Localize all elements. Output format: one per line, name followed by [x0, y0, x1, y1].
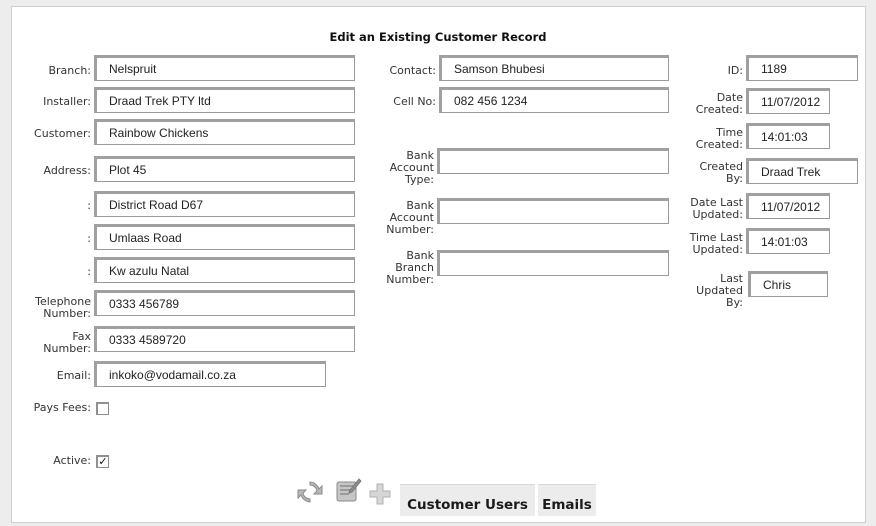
email-field[interactable]: inkoko@vodamail.co.za [94, 361, 326, 387]
address-3-label: : [87, 232, 91, 245]
emails-button[interactable]: Emails [538, 484, 596, 516]
pays-fees-checkbox[interactable] [96, 402, 109, 415]
bank-account-type-field[interactable] [437, 148, 669, 174]
customer-label: Customer: [34, 127, 91, 140]
telephone-label-line2: Number: [43, 307, 91, 320]
contact-label: Contact: [389, 64, 436, 77]
time-last-updated-label-line2: Updated: [692, 243, 743, 256]
contact-field[interactable]: Samson Bhubesi [439, 55, 669, 81]
last-updated-by-label: Last Updated By: [680, 265, 743, 309]
last-updated-by-label-line3: By: [726, 296, 743, 309]
telephone-field[interactable]: 0333 456789 [94, 290, 355, 316]
created-by-field[interactable]: Draad Trek [746, 158, 858, 184]
branch-field[interactable]: Nelspruit [94, 55, 355, 81]
bank-account-number-label-line3: Number: [386, 223, 434, 236]
bank-branch-number-field[interactable] [437, 250, 669, 276]
created-by-label: Created By: [680, 155, 743, 185]
time-created-label: Time Created: [680, 121, 743, 151]
edit-icon[interactable] [334, 476, 362, 504]
address-field-4[interactable]: Kw azulu Natal [94, 257, 355, 283]
time-last-updated-field[interactable]: 14:01:03 [746, 228, 830, 254]
customer-field[interactable]: Rainbow Chickens [94, 119, 355, 145]
bank-account-number-label: Bank Account Number: [370, 192, 434, 236]
cell-field[interactable]: 082 456 1234 [439, 87, 669, 113]
time-created-label-line2: Created: [695, 138, 743, 151]
last-updated-by-field[interactable]: Chris [748, 271, 828, 297]
fax-label-line2: Number: [43, 342, 91, 355]
pays-fees-label: Pays Fees: [33, 401, 91, 414]
address-field-3[interactable]: Umlaas Road [94, 224, 355, 250]
date-last-updated-field[interactable]: 11/07/2012 [746, 193, 830, 219]
date-created-label: Date Created: [680, 86, 743, 116]
email-label: Email: [56, 369, 91, 382]
cell-label: Cell No: [393, 95, 436, 108]
date-last-updated-label: Date Last Updated: [680, 191, 743, 221]
active-checkbox[interactable]: ✓ [96, 455, 109, 468]
fax-field[interactable]: 0333 4589720 [94, 326, 355, 352]
bank-branch-number-label-line3: Number: [386, 273, 434, 286]
bank-account-number-field[interactable] [437, 198, 669, 224]
bank-account-type-label-line3: Type: [405, 173, 434, 186]
time-last-updated-label: Time Last Updated: [680, 226, 743, 256]
created-by-label-line2: By: [726, 172, 743, 185]
id-field[interactable]: 1189 [746, 55, 858, 81]
time-created-field[interactable]: 14:01:03 [746, 123, 830, 149]
telephone-label: Telephone Number: [12, 290, 91, 320]
active-label: Active: [53, 454, 91, 467]
address-4-label: : [87, 265, 91, 278]
add-icon[interactable] [368, 482, 392, 506]
date-last-updated-label-line2: Updated: [692, 208, 743, 221]
date-created-field[interactable]: 11/07/2012 [746, 88, 830, 114]
address-2-label: : [87, 199, 91, 212]
date-created-label-line2: Created: [695, 103, 743, 116]
page-title: Edit an Existing Customer Record [329, 30, 547, 44]
address-label: Address: [43, 164, 91, 177]
address-field-1[interactable]: Plot 45 [94, 156, 355, 182]
branch-label: Branch: [48, 64, 91, 77]
fax-label: Fax Number: [12, 325, 91, 355]
address-field-2[interactable]: District Road D67 [94, 191, 355, 217]
id-label: ID: [727, 64, 743, 77]
installer-label: Installer: [43, 95, 91, 108]
bank-account-type-label: Bank Account Type: [370, 142, 434, 186]
refresh-icon[interactable] [296, 478, 324, 506]
customer-users-button[interactable]: Customer Users [400, 484, 535, 516]
bank-branch-number-label: Bank Branch Number: [370, 242, 434, 286]
installer-field[interactable]: Draad Trek PTY ltd [94, 87, 355, 113]
